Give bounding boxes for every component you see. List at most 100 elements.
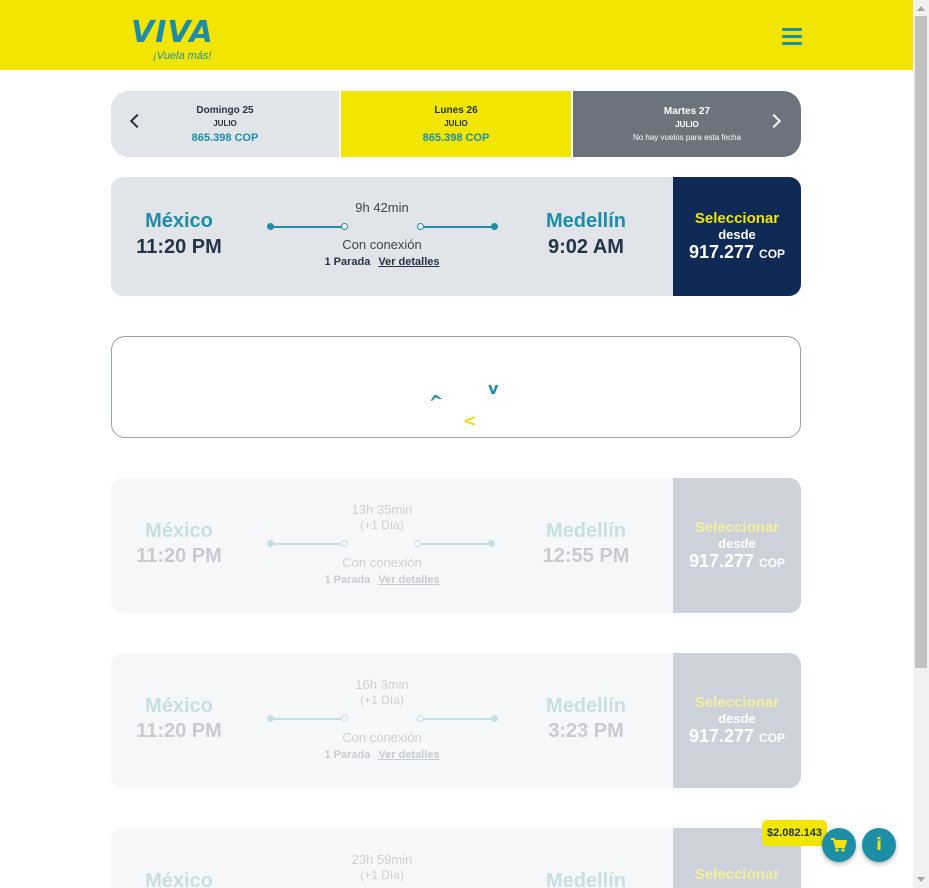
destination-city: Medellín — [545, 870, 626, 888]
flight-duration: 23h 59min — [351, 852, 413, 867]
previous-date-arrow-icon[interactable] — [129, 113, 145, 129]
flight-duration: 13h 35min — [351, 502, 413, 517]
view-details-link[interactable]: Ver detalles — [378, 574, 439, 586]
shopping-cart-icon — [831, 838, 847, 852]
route-line — [271, 718, 344, 720]
flight-price: 917.277 COP — [689, 551, 785, 572]
view-details-link[interactable]: Ver detalles — [378, 256, 439, 268]
select-label: Seleccionar — [694, 866, 780, 883]
stops-count: 1 Parada — [324, 749, 371, 761]
price-amount: 917.277 — [688, 242, 755, 262]
route-line — [423, 718, 495, 720]
select-label: Seleccionar — [694, 519, 780, 536]
date-day: Domingo 25 — [196, 104, 254, 116]
route-line — [271, 543, 344, 545]
select-flight-button[interactable]: Seleccionar desde 917.277 COP — [673, 478, 801, 613]
origin-time: 11:20 PM — [136, 545, 222, 567]
flight-price: 917.277 COP — [689, 726, 785, 747]
select-flight-button[interactable]: Seleccionar desde 917.277 COP — [673, 653, 801, 788]
day-offset: (+1 Día) — [360, 518, 404, 532]
loading-panel: ^ v < — [111, 336, 801, 438]
scroll-down-icon[interactable] — [917, 877, 925, 882]
flight-duration: 9h 42min — [355, 200, 409, 215]
route-line — [420, 543, 492, 545]
date-month: JULIO — [444, 118, 468, 128]
connection-type: Con conexión — [342, 555, 422, 570]
connection-type: Con conexión — [342, 237, 422, 252]
origin-city: México — [145, 210, 213, 232]
flight-summary: México 23h 59min (+1 Día) Medellín — [111, 828, 673, 888]
view-details-link[interactable]: Ver detalles — [378, 749, 439, 761]
flight-card: México 11:20 PM 9h 42min Con conexión 1 … — [111, 177, 801, 296]
flight-summary: México 11:20 PM 9h 42min Con conexión 1 … — [111, 177, 673, 296]
select-label: Seleccionar — [694, 210, 780, 227]
destination-time: 12:55 PM — [542, 545, 630, 567]
flight-price: 917.277 COP — [689, 242, 785, 263]
connection-type: Con conexión — [342, 730, 422, 745]
route-stop-dot — [341, 223, 348, 230]
flight-summary: México 11:20 PM 13h 35min (+1 Día) Con c… — [111, 478, 673, 613]
day-offset: (+1 Día) — [360, 868, 404, 882]
stops-row: 1 Parada Ver detalles — [261, 574, 503, 586]
origin-time: 11:20 PM — [136, 236, 222, 258]
info-button[interactable]: i — [862, 828, 896, 862]
destination-city: Medellín — [545, 520, 626, 542]
origin-time: 11:20 PM — [136, 720, 222, 742]
destination-city: Medellín — [545, 695, 626, 717]
date-price: 865.398 COP — [191, 131, 259, 144]
price-from-label: desde — [718, 711, 756, 726]
stops-row: 1 Parada Ver detalles — [261, 256, 503, 268]
price-currency: COP — [759, 247, 786, 261]
route-end-dot — [488, 540, 495, 547]
scroll-up-icon[interactable] — [917, 6, 925, 11]
route-end-dot — [491, 715, 498, 722]
day-offset: (+1 Día) — [360, 693, 404, 707]
top-header: VIVA ¡Vuela más! — [0, 0, 913, 70]
next-date-arrow-icon[interactable] — [766, 113, 782, 129]
route-line — [423, 226, 495, 228]
destination-time: 3:23 PM — [548, 720, 624, 742]
date-option-tuesday[interactable]: Martes 27 JULIO No hay vuelos para esta … — [573, 91, 801, 157]
loading-spinner-icon: < — [463, 411, 477, 430]
hamburger-menu-icon[interactable] — [782, 28, 802, 48]
flight-summary: México 11:20 PM 16h 3min (+1 Día) Con co… — [111, 653, 673, 788]
route-end-dot — [491, 223, 498, 230]
price-currency: COP — [759, 556, 786, 570]
price-amount: 917.277 — [688, 726, 755, 746]
select-flight-button[interactable]: Seleccionar desde 917.277 COP — [673, 177, 801, 296]
flight-card: México 11:20 PM 13h 35min (+1 Día) Con c… — [111, 478, 801, 613]
page-scrollbar[interactable] — [913, 0, 929, 888]
date-month: JULIO — [213, 118, 237, 128]
loading-spinner-icon: ^ — [427, 390, 446, 415]
select-label: Seleccionar — [694, 694, 780, 711]
date-selector: Domingo 25 JULIO 865.398 COP Lunes 26 JU… — [111, 91, 801, 157]
destination-city: Medellín — [545, 210, 626, 232]
route-stop-dot — [341, 715, 348, 722]
loading-spinner-icon: v — [488, 379, 499, 398]
date-option-monday-selected[interactable]: Lunes 26 JULIO 865.398 COP — [341, 91, 571, 157]
route-stop-dot — [341, 540, 348, 547]
price-amount: 917.277 — [688, 551, 755, 571]
date-day: Martes 27 — [663, 106, 711, 117]
price-from-label: desde — [718, 227, 756, 242]
origin-city: México — [145, 695, 213, 717]
stops-count: 1 Parada — [324, 256, 371, 268]
flight-card: México 23h 59min (+1 Día) Medellín Selec… — [111, 828, 801, 888]
price-from-label: desde — [718, 536, 756, 551]
logo-tagline: ¡Vuela más! — [153, 50, 212, 62]
flight-card: México 11:20 PM 16h 3min (+1 Día) Con co… — [111, 653, 801, 788]
viva-logo[interactable]: VIVA ¡Vuela más! — [131, 18, 214, 63]
destination-time: 9:02 AM — [548, 236, 624, 258]
date-option-sunday[interactable]: Domingo 25 JULIO 865.398 COP — [111, 91, 339, 157]
price-currency: COP — [759, 731, 786, 745]
origin-city: México — [145, 870, 213, 888]
shopping-cart-button[interactable] — [822, 828, 856, 862]
date-price: 865.398 COP — [422, 131, 490, 144]
no-flights-note: No hay vuelos para esta fecha — [632, 133, 742, 142]
date-month: JULIO — [675, 120, 699, 129]
stops-count: 1 Parada — [324, 574, 371, 586]
origin-city: México — [145, 520, 213, 542]
cart-total-badge[interactable]: $2.082.143 — [762, 820, 827, 846]
scrollbar-thumb[interactable] — [915, 16, 927, 668]
flight-duration: 16h 3min — [355, 677, 409, 692]
